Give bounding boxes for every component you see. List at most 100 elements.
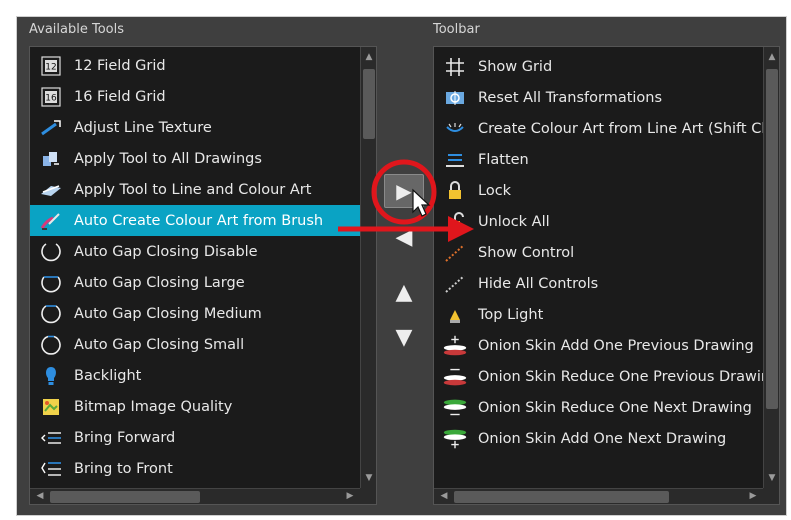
scroll-left-icon[interactable]: ◀ bbox=[436, 489, 452, 504]
available-item-label: Backlight bbox=[74, 367, 142, 384]
show-control-icon bbox=[442, 241, 468, 265]
scroll-right-icon[interactable]: ▶ bbox=[745, 489, 761, 504]
available-tools-list[interactable]: 12 12 Field Grid 16 16 Field Grid Adjust Lin… bbox=[29, 46, 377, 505]
svg-text:16: 16 bbox=[45, 93, 57, 103]
available-item[interactable]: Apply Tool to Line and Colour Art bbox=[30, 174, 360, 205]
scroll-left-icon[interactable]: ◀ bbox=[32, 489, 48, 504]
gap-disable-icon bbox=[38, 240, 64, 264]
toolbar-item-label: Top Light bbox=[478, 306, 544, 323]
toolbar-label: Toolbar bbox=[433, 22, 480, 37]
lock-icon bbox=[442, 179, 468, 203]
available-horizontal-scrollbar[interactable]: ◀ ▶ bbox=[30, 488, 360, 504]
gap-large-icon bbox=[38, 271, 64, 295]
vertical-scroll-thumb[interactable] bbox=[363, 69, 375, 139]
toolbar-item-label: Show Grid bbox=[478, 58, 553, 75]
scroll-right-icon[interactable]: ▶ bbox=[342, 489, 358, 504]
available-item-label: 12 Field Grid bbox=[74, 57, 166, 74]
available-vertical-scrollbar[interactable]: ▲ ▼ bbox=[360, 47, 376, 488]
adjust-line-texture-icon bbox=[38, 116, 64, 140]
toolbar-item-label: Onion Skin Reduce One Next Drawing bbox=[478, 399, 752, 416]
available-item-label: 16 Field Grid bbox=[74, 88, 166, 105]
toolbar-item-label: Unlock All bbox=[478, 213, 550, 230]
toolbar-item-label: Lock bbox=[478, 182, 512, 199]
gap-medium-icon bbox=[38, 302, 64, 326]
flatten-icon bbox=[442, 148, 468, 172]
toolbar-item[interactable]: Show Grid bbox=[434, 51, 763, 82]
toolbar-vertical-scrollbar[interactable]: ▲ ▼ bbox=[763, 47, 779, 488]
available-item-label: Auto Gap Closing Disable bbox=[74, 243, 258, 260]
available-item[interactable]: Auto Create Colour Art from Brush bbox=[30, 205, 360, 236]
onion-add-previous-icon bbox=[442, 334, 468, 358]
toolbar-item-label: Onion Skin Add One Previous Drawing bbox=[478, 337, 754, 354]
available-item-label: Auto Gap Closing Small bbox=[74, 336, 245, 353]
available-item-label: Bring Forward bbox=[74, 429, 176, 446]
horizontal-scroll-thumb[interactable] bbox=[454, 491, 669, 503]
horizontal-scroll-thumb[interactable] bbox=[50, 491, 200, 503]
scroll-up-icon[interactable]: ▲ bbox=[764, 49, 779, 65]
toolbar-item[interactable]: Unlock All bbox=[434, 206, 763, 237]
toolbar-item[interactable]: Onion Skin Add One Next Drawing bbox=[434, 423, 763, 454]
toolbar-item-label: Flatten bbox=[478, 151, 529, 168]
vertical-scroll-thumb[interactable] bbox=[766, 69, 778, 409]
available-item-label: Apply Tool to Line and Colour Art bbox=[74, 181, 312, 198]
bring-to-front-icon bbox=[38, 457, 64, 481]
field-grid-12-icon: 12 bbox=[38, 54, 64, 78]
available-item[interactable]: Adjust Line Texture bbox=[30, 112, 360, 143]
available-item[interactable]: Bring Forward bbox=[30, 422, 360, 453]
create-colour-art-icon bbox=[442, 117, 468, 141]
toolbar-item[interactable]: Onion Skin Reduce One Previous Drawing bbox=[434, 361, 779, 392]
available-item[interactable]: Auto Gap Closing Large bbox=[30, 267, 360, 298]
field-grid-16-icon: 16 bbox=[38, 85, 64, 109]
svg-text:12: 12 bbox=[45, 62, 56, 72]
remove-from-toolbar-button[interactable]: ◀ bbox=[384, 220, 424, 254]
apply-line-colour-icon bbox=[38, 178, 64, 202]
available-item-label: Apply Tool to All Drawings bbox=[74, 150, 262, 167]
move-down-button[interactable]: ▼ bbox=[384, 320, 424, 354]
available-item-label: Adjust Line Texture bbox=[74, 119, 212, 136]
top-light-icon bbox=[442, 303, 468, 327]
reset-transform-icon bbox=[442, 86, 468, 110]
scrollbar-corner bbox=[360, 488, 376, 504]
onion-reduce-next-icon bbox=[442, 396, 468, 420]
toolbar-item-label: Onion Skin Add One Next Drawing bbox=[478, 430, 727, 447]
auto-colour-art-icon bbox=[38, 209, 64, 233]
apply-all-drawings-icon bbox=[38, 147, 64, 171]
toolbar-item[interactable]: Lock bbox=[434, 175, 763, 206]
toolbar-item[interactable]: Onion Skin Reduce One Next Drawing bbox=[434, 392, 763, 423]
available-item[interactable]: Bring to Front bbox=[30, 453, 360, 484]
available-item[interactable]: Backlight bbox=[30, 360, 360, 391]
toolbar-item-label: Show Control bbox=[478, 244, 575, 261]
available-item[interactable]: Auto Gap Closing Small bbox=[30, 329, 360, 360]
toolbar-item[interactable]: Reset All Transformations bbox=[434, 82, 763, 113]
toolbar-horizontal-scrollbar[interactable]: ◀ ▶ bbox=[434, 488, 763, 504]
backlight-icon bbox=[38, 364, 64, 388]
hide-controls-icon bbox=[442, 272, 468, 296]
available-item-label: Bitmap Image Quality bbox=[74, 398, 233, 415]
toolbar-item-label: Hide All Controls bbox=[478, 275, 599, 292]
toolbar-item[interactable]: Show Control bbox=[434, 237, 763, 268]
toolbar-item-label: Reset All Transformations bbox=[478, 89, 663, 106]
scroll-down-icon[interactable]: ▼ bbox=[361, 470, 376, 486]
toolbar-item[interactable]: Onion Skin Add One Previous Drawing bbox=[434, 330, 763, 361]
available-item[interactable]: Auto Gap Closing Disable bbox=[30, 236, 360, 267]
scrollbar-corner bbox=[763, 488, 779, 504]
scroll-down-icon[interactable]: ▼ bbox=[764, 470, 779, 486]
bring-forward-icon bbox=[38, 426, 64, 450]
available-item[interactable]: Bitmap Image Quality bbox=[30, 391, 360, 422]
add-to-toolbar-button[interactable]: ▶ bbox=[384, 174, 424, 208]
toolbar-item[interactable]: Create Colour Art from Line Art (Shift C… bbox=[434, 113, 779, 144]
scroll-up-icon[interactable]: ▲ bbox=[361, 49, 376, 65]
onion-add-next-icon bbox=[442, 427, 468, 451]
available-item[interactable]: 12 12 Field Grid bbox=[30, 50, 360, 81]
available-item[interactable]: Apply Tool to All Drawings bbox=[30, 143, 360, 174]
toolbar-item[interactable]: Flatten bbox=[434, 144, 763, 175]
available-item[interactable]: 16 16 Field Grid bbox=[30, 81, 360, 112]
available-tools-label: Available Tools bbox=[29, 22, 124, 37]
available-item-label: Auto Gap Closing Large bbox=[74, 274, 245, 291]
move-up-button[interactable]: ▲ bbox=[384, 275, 424, 309]
available-item[interactable]: Auto Gap Closing Medium bbox=[30, 298, 360, 329]
toolbar-item[interactable]: Top Light bbox=[434, 299, 763, 330]
toolbar-item[interactable]: Hide All Controls bbox=[434, 268, 763, 299]
bitmap-quality-icon bbox=[38, 395, 64, 419]
toolbar-list[interactable]: Show Grid Reset All Transformations Create… bbox=[433, 46, 780, 505]
